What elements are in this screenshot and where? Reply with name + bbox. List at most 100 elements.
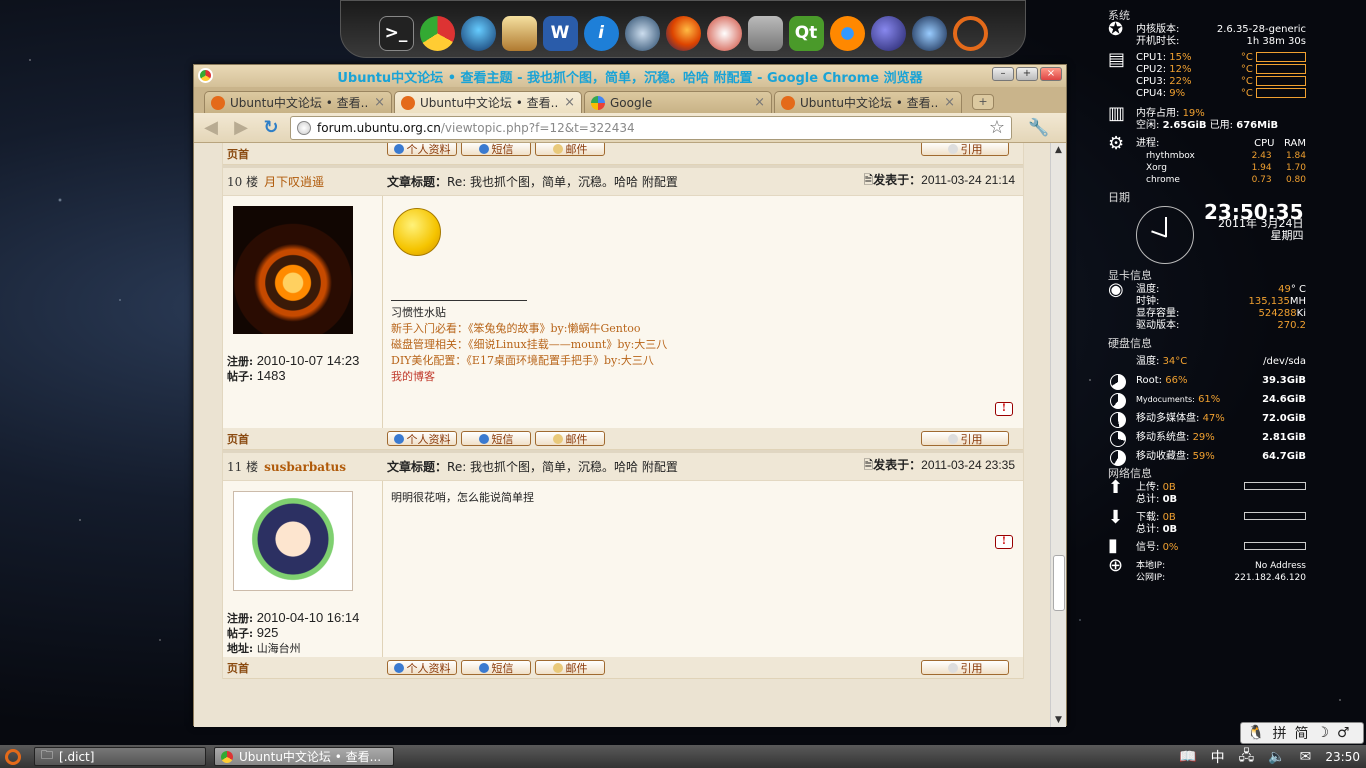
word-icon[interactable]: W <box>542 15 578 51</box>
download-bar <box>1244 512 1306 520</box>
report-post-button[interactable]: ! <box>995 402 1013 416</box>
disk-size: 72.0GiB <box>1262 413 1306 424</box>
tab-close-icon[interactable]: × <box>944 95 955 110</box>
tab-ubuntu-forum-active[interactable]: Ubuntu中文论坛 • 查看... × <box>394 91 582 113</box>
mail-icon[interactable]: ✉ <box>1300 749 1312 765</box>
profile-button[interactable]: 个人资料 <box>387 431 457 446</box>
post-subject[interactable]: Re: 我也抓个图，简单，沉稳。哈哈 附配置 <box>447 460 678 474</box>
disk-size: 64.7GiB <box>1262 451 1306 462</box>
quote-button[interactable]: 引用 <box>921 660 1009 675</box>
envelope-icon <box>552 143 563 154</box>
aquarium-icon[interactable] <box>911 15 947 51</box>
email-button[interactable]: 邮件 <box>535 431 605 446</box>
scroll-down-icon[interactable]: ▼ <box>1051 713 1066 727</box>
close-window-button[interactable]: × <box>1040 67 1062 81</box>
chrome-icon[interactable] <box>419 15 455 51</box>
email-button[interactable]: 邮件 <box>535 143 605 156</box>
volume-icon[interactable]: 🔈 <box>1268 749 1285 765</box>
irc-client-icon[interactable]: i <box>583 15 619 51</box>
task-label: [.dict] <box>59 749 95 764</box>
wrench-menu-icon[interactable]: 🔧 <box>1028 118 1049 138</box>
report-post-button[interactable]: ! <box>995 535 1013 549</box>
window-titlebar[interactable]: Ubuntu中文论坛 • 查看主题 - 我也抓个图，简单，沉稳。哈哈 附配置 -… <box>194 65 1066 87</box>
new-tab-button[interactable]: + <box>972 94 994 110</box>
ime-symbol-icon[interactable]: ♂ <box>1337 725 1350 741</box>
disk-usage: 61% <box>1198 394 1221 405</box>
tab-ubuntu-forum-1[interactable]: Ubuntu中文论坛 • 查看... × <box>204 91 392 113</box>
download-total-label: 总计: <box>1136 524 1160 535</box>
pm-button[interactable]: 短信 <box>461 143 531 156</box>
upload-total-label: 总计: <box>1136 494 1160 505</box>
ubuntu-icon[interactable] <box>952 15 988 51</box>
ime-penguin-icon[interactable]: 🐧 <box>1247 725 1264 741</box>
tray-clock[interactable]: 23:50 <box>1325 750 1360 764</box>
profile-button[interactable]: 个人资料 <box>387 143 457 156</box>
minimize-button[interactable]: – <box>992 67 1014 81</box>
start-menu-button[interactable] <box>0 745 26 768</box>
quote-button[interactable]: 引用 <box>921 431 1009 446</box>
red-panda-icon[interactable] <box>706 15 742 51</box>
network-tray-icon[interactable]: 🖧 <box>1239 745 1255 768</box>
back-to-top-link[interactable]: 页首 <box>227 660 387 676</box>
sig-link-blog[interactable]: 我的博客 <box>391 369 1015 385</box>
calculator-icon[interactable] <box>747 15 783 51</box>
proc-ram: 0.80 <box>1285 175 1306 185</box>
back-button[interactable]: ◀ <box>200 117 222 138</box>
upload-rate: 0B <box>1162 482 1176 493</box>
pm-button[interactable]: 短信 <box>461 660 531 675</box>
post-date: 2011-03-24 21:14 <box>921 173 1015 187</box>
disk-usage: 66% <box>1165 375 1188 386</box>
vertical-scrollbar[interactable]: ▲ ▼ <box>1050 143 1066 727</box>
ime-tray-icon[interactable]: 中 <box>1211 747 1225 767</box>
scroll-thumb[interactable] <box>1053 555 1065 611</box>
user-icon <box>393 143 404 154</box>
sig-link-mount[interactable]: 磁盘管理相关：《细说Linux挂载——mount》by:大三八 <box>391 337 1015 353</box>
back-to-top-link[interactable]: 页首 <box>227 431 387 447</box>
email-button[interactable]: 邮件 <box>535 660 605 675</box>
ime-moon-icon[interactable]: ☽ <box>1316 725 1329 741</box>
profile-button[interactable]: 个人资料 <box>387 660 457 675</box>
maximize-button[interactable]: + <box>1016 67 1038 81</box>
signal-bars-icon: ▮ <box>1108 535 1118 556</box>
tab-strip: Ubuntu中文论坛 • 查看... × Ubuntu中文论坛 • 查看... … <box>194 87 1066 113</box>
ime-simplified[interactable]: 简 <box>1294 723 1308 743</box>
tab-ubuntu-forum-3[interactable]: Ubuntu中文论坛 • 查看... × <box>774 91 962 113</box>
poster-name[interactable]: 月下叹逍遥 <box>264 175 324 189</box>
dictionary-icon[interactable] <box>501 15 537 51</box>
tab-close-icon[interactable]: × <box>374 95 385 110</box>
blender-icon[interactable] <box>829 15 865 51</box>
disk-pie-icon <box>1110 374 1126 390</box>
qt-creator-icon[interactable]: Qt <box>788 15 824 51</box>
ime-pinyin[interactable]: 拼 <box>1272 723 1286 743</box>
post-subject[interactable]: Re: 我也抓个图，简单，沉稳。哈哈 附配置 <box>447 175 678 189</box>
dictionary-tray-icon[interactable]: 📖 <box>1179 749 1196 765</box>
tab-google[interactable]: Google × <box>584 91 772 113</box>
back-to-top-link[interactable]: 页首 <box>227 146 387 162</box>
eclipse-icon[interactable] <box>870 15 906 51</box>
disk-size: 2.81GiB <box>1262 432 1306 443</box>
qq-icon[interactable] <box>460 15 496 51</box>
quote-button[interactable]: 引用 <box>921 143 1009 156</box>
chrome-window: Ubuntu中文论坛 • 查看主题 - 我也抓个图，简单，沉稳。哈哈 附配置 -… <box>193 64 1067 727</box>
bookmark-star-icon[interactable]: ☆ <box>989 117 1005 138</box>
tab-close-icon[interactable]: × <box>564 95 575 110</box>
poster-name[interactable]: susbarbatus <box>264 460 346 474</box>
sig-link-e17[interactable]: DIY美化配置：《E17桌面环境配置手把手》by:大三八 <box>391 353 1015 369</box>
forward-button[interactable]: ▶ <box>230 117 252 138</box>
pm-button[interactable]: 短信 <box>461 431 531 446</box>
sig-link-guide[interactable]: 新手入门必看：《笨兔兔的故事》by:懒蜗牛Gentoo <box>391 321 1015 337</box>
upload-total: 0B <box>1162 494 1178 505</box>
subject-label: 文章标题： <box>387 175 448 189</box>
scroll-up-icon[interactable]: ▲ <box>1051 143 1066 157</box>
used-label: 已用: <box>1209 120 1234 131</box>
reload-button[interactable]: ↻ <box>260 117 282 138</box>
signature-divider <box>391 300 527 301</box>
gpu-mem: 524288 <box>1258 308 1297 319</box>
thunderbird-icon[interactable] <box>624 15 660 51</box>
address-bar[interactable]: forum.ubuntu.org.cn/viewtopic.php?f=12&t… <box>290 115 1012 140</box>
terminal-icon[interactable]: >_ <box>378 15 414 51</box>
firefox-icon[interactable] <box>665 15 701 51</box>
task-dict-folder[interactable]: 🗀 [.dict] <box>34 747 206 766</box>
task-chrome[interactable]: Ubuntu中文论坛 • 查看... <box>214 747 394 766</box>
tab-close-icon[interactable]: × <box>754 95 765 110</box>
